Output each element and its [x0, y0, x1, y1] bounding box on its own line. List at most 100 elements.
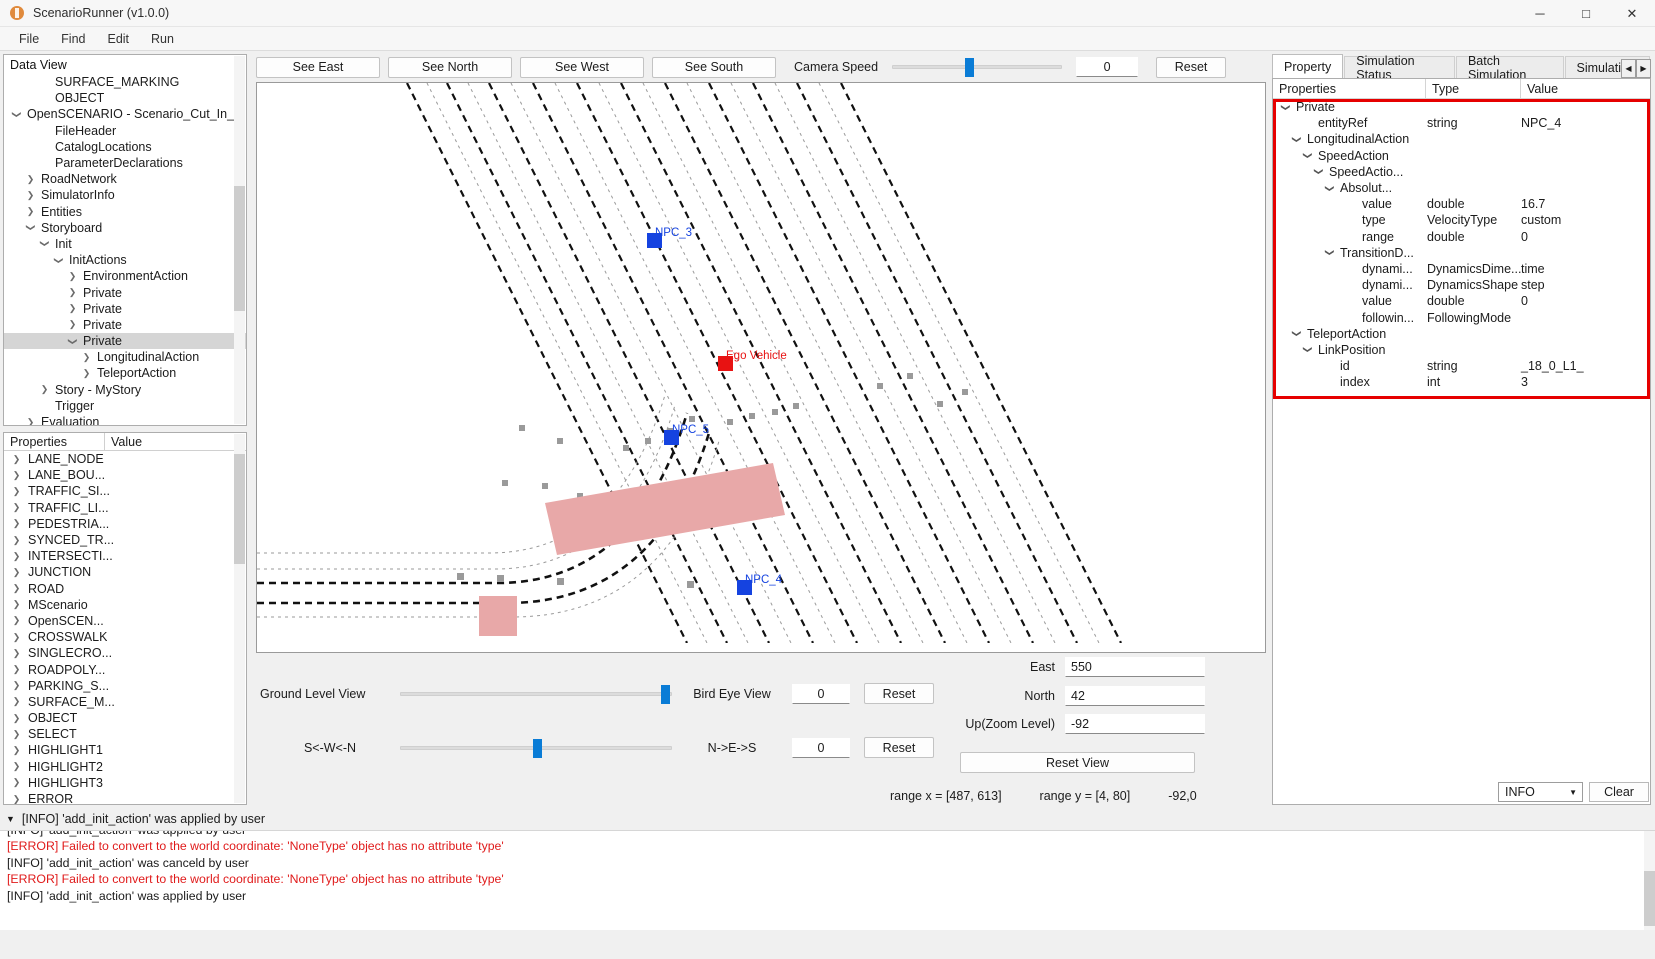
menu-item-run[interactable]: Run	[140, 30, 185, 48]
property-grid[interactable]: Properties Type Value ❯PrivateentityRefs…	[1272, 78, 1651, 805]
chevron-right-icon[interactable]: ❯	[66, 271, 79, 282]
properties-row[interactable]: ❯JUNCTION	[4, 564, 246, 580]
properties-row[interactable]: ❯SYNCED_TR...	[4, 532, 246, 548]
property-grid-row[interactable]: ❯SpeedAction	[1273, 148, 1650, 164]
property-value[interactable]: NPC_4	[1519, 116, 1561, 130]
camera-speed-reset-button[interactable]: Reset	[1156, 57, 1226, 78]
properties-row[interactable]: ❯LANE_BOU...	[4, 467, 246, 483]
property-value[interactable]: 3	[1519, 375, 1528, 389]
property-grid-row[interactable]: entityRefstringNPC_4	[1273, 115, 1650, 131]
property-grid-row[interactable]: indexint3	[1273, 374, 1650, 390]
properties-row[interactable]: ❯TRAFFIC_SI...	[4, 483, 246, 499]
see-south-button[interactable]: See South	[652, 57, 776, 78]
chevron-down-icon[interactable]: ❯	[1302, 149, 1313, 162]
properties-row[interactable]: ❯OpenSCEN...	[4, 613, 246, 629]
log-scroll-thumb[interactable]	[1644, 871, 1655, 926]
see-east-button[interactable]: See East	[256, 57, 380, 78]
chevron-right-icon[interactable]: ❯	[10, 486, 23, 497]
data-view-row[interactable]: ❯InitActions	[4, 252, 246, 268]
chevron-right-icon[interactable]: ❯	[10, 454, 23, 465]
property-grid-row[interactable]: typeVelocityTypecustom	[1273, 212, 1650, 228]
chevron-right-icon[interactable]: ❯	[24, 174, 37, 185]
see-west-button[interactable]: See West	[520, 57, 644, 78]
bird-eye-view-reset-button[interactable]: Reset	[864, 683, 934, 704]
nes-reset-button[interactable]: Reset	[864, 737, 934, 758]
tab-batch-simulation[interactable]: Batch Simulation	[1456, 56, 1564, 78]
chevron-right-icon[interactable]: ❯	[38, 384, 51, 395]
chevron-right-icon[interactable]: ❯	[10, 583, 23, 594]
property-value[interactable]: 16.7	[1519, 197, 1545, 211]
property-grid-row[interactable]: idstring_18_0_L1_	[1273, 358, 1650, 374]
chevron-down-icon[interactable]: ▼	[1569, 788, 1577, 797]
see-north-button[interactable]: See North	[388, 57, 512, 78]
property-grid-row[interactable]: ❯TransitionD...	[1273, 245, 1650, 261]
chevron-right-icon[interactable]: ❯	[10, 648, 23, 659]
chevron-right-icon[interactable]: ❯	[10, 680, 23, 691]
property-grid-row[interactable]: ❯LinkPosition	[1273, 342, 1650, 358]
property-grid-row[interactable]: valuedouble0	[1273, 293, 1650, 309]
tab-scroll-right-icon[interactable]: ▶	[1636, 59, 1651, 78]
data-view-tree[interactable]: SURFACE_MARKINGOBJECT❯OpenSCENARIO - Sce…	[4, 74, 246, 426]
chevron-right-icon[interactable]: ❯	[24, 206, 37, 217]
tab-property[interactable]: Property	[1272, 54, 1343, 78]
camera-speed-value[interactable]: 0	[1076, 57, 1138, 77]
data-view-row[interactable]: ❯LongitudinalAction	[4, 349, 246, 365]
chevron-right-icon[interactable]: ❯	[10, 535, 23, 546]
property-value[interactable]: _18_0_L1_	[1519, 359, 1584, 373]
chevron-right-icon[interactable]: ❯	[10, 502, 23, 513]
property-value[interactable]: 0	[1519, 230, 1528, 244]
maximize-button[interactable]: □	[1563, 0, 1609, 27]
chevron-down-icon[interactable]: ❯	[1280, 101, 1291, 114]
data-view-row[interactable]: FileHeader	[4, 123, 246, 139]
menu-item-edit[interactable]: Edit	[96, 30, 140, 48]
property-value[interactable]: step	[1519, 278, 1545, 292]
chevron-right-icon[interactable]: ❯	[10, 551, 23, 562]
east-value[interactable]: 550	[1065, 657, 1205, 677]
data-view-row[interactable]: CatalogLocations	[4, 139, 246, 155]
chevron-right-icon[interactable]: ❯	[10, 518, 23, 529]
chevron-right-icon[interactable]: ❯	[80, 368, 93, 379]
property-grid-row[interactable]: valuedouble16.7	[1273, 196, 1650, 212]
property-value[interactable]: custom	[1519, 213, 1561, 227]
property-grid-row[interactable]: dynami...DynamicsShapestep	[1273, 277, 1650, 293]
data-view-row[interactable]: ❯Private	[4, 317, 246, 333]
data-view-row[interactable]: ❯EnvironmentAction	[4, 268, 246, 284]
data-view-scroll-thumb[interactable]	[234, 186, 245, 311]
chevron-down-icon[interactable]: ❯	[1291, 133, 1302, 146]
chevron-right-icon[interactable]: ❯	[10, 632, 23, 643]
log-output[interactable]: [INFO] 'add_init_action' was applied by …	[0, 830, 1655, 930]
data-view-row[interactable]: ❯Private	[4, 333, 246, 349]
chevron-right-icon[interactable]: ❯	[10, 599, 23, 610]
chevron-right-icon[interactable]: ❯	[24, 190, 37, 201]
property-grid-row[interactable]: rangedouble0	[1273, 229, 1650, 245]
north-value[interactable]: 42	[1065, 686, 1205, 706]
properties-row[interactable]: ❯PARKING_S...	[4, 678, 246, 694]
property-grid-row[interactable]: ❯TeleportAction	[1273, 326, 1650, 342]
properties-row[interactable]: ❯HIGHLIGHT3	[4, 775, 246, 791]
property-grid-row[interactable]: followin...FollowingMode	[1273, 309, 1650, 325]
chevron-right-icon[interactable]: ❯	[10, 567, 23, 578]
properties-row[interactable]: ❯SINGLECRO...	[4, 645, 246, 661]
ground-level-view-slider-thumb[interactable]	[661, 685, 670, 704]
log-scrollbar[interactable]	[1644, 831, 1655, 930]
chevron-right-icon[interactable]: ❯	[24, 417, 37, 426]
camera-speed-slider-thumb[interactable]	[965, 58, 974, 77]
properties-scrollbar[interactable]	[234, 434, 245, 803]
chevron-right-icon[interactable]: ❯	[80, 352, 93, 363]
chevron-down-icon[interactable]: ❯	[1291, 327, 1302, 340]
properties-row[interactable]: ❯ROAD	[4, 581, 246, 597]
property-value[interactable]: 0	[1519, 294, 1528, 308]
data-view-row[interactable]: ParameterDeclarations	[4, 155, 246, 171]
data-view-row[interactable]: ❯Entities	[4, 204, 246, 220]
chevron-right-icon[interactable]: ❯	[10, 794, 23, 805]
menu-item-find[interactable]: Find	[50, 30, 96, 48]
properties-row[interactable]: ❯SURFACE_M...	[4, 694, 246, 710]
data-view-row[interactable]: ❯Story - MyStory	[4, 382, 246, 398]
chevron-down-icon[interactable]: ❯	[1302, 343, 1313, 356]
chevron-right-icon[interactable]: ❯	[10, 664, 23, 675]
properties-row[interactable]: ❯PEDESTRIA...	[4, 516, 246, 532]
data-view-row[interactable]: ❯TeleportAction	[4, 365, 246, 381]
chevron-down-icon[interactable]: ❯	[1313, 165, 1324, 178]
close-button[interactable]: ✕	[1609, 0, 1655, 27]
properties-tree[interactable]: ❯LANE_NODE❯LANE_BOU...❯TRAFFIC_SI...❯TRA…	[4, 451, 246, 805]
